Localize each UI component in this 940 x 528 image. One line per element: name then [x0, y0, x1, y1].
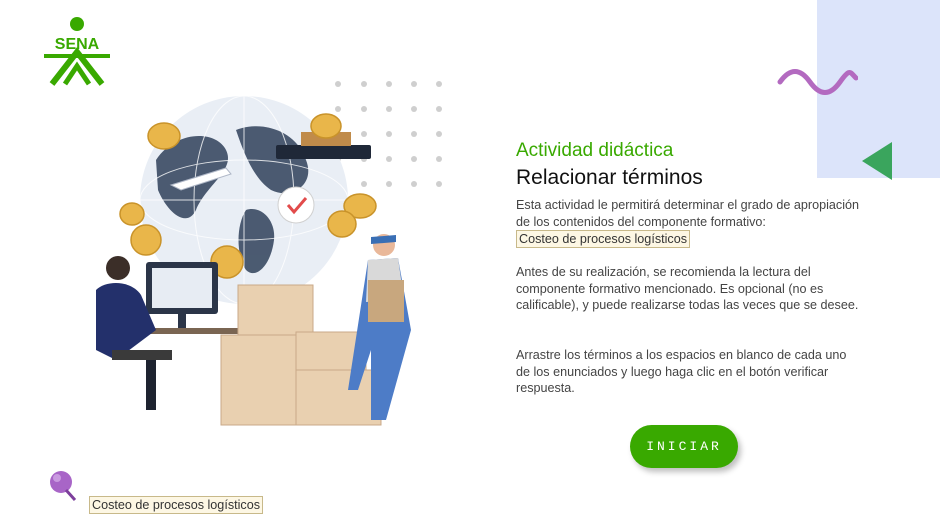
triangle-decoration	[862, 142, 892, 180]
start-button[interactable]: INICIAR	[630, 425, 738, 468]
footer-course-tag: Costeo de procesos logísticos	[89, 496, 264, 514]
logistics-illustration	[96, 95, 411, 426]
pin-icon	[50, 471, 77, 502]
course-tag: Costeo de procesos logísticos	[516, 230, 691, 248]
intro-text: Esta actividad le permitirá determinar e…	[516, 198, 860, 229]
sena-logo: SENA	[40, 16, 114, 88]
activity-subtitle: Actividad didáctica	[516, 140, 674, 161]
recommendation-paragraph: Antes de su realización, se recomienda l…	[516, 265, 859, 312]
intro-paragraph: Esta actividad le permitirá determinar e…	[516, 197, 861, 248]
activity-title: Relacionar términos	[516, 166, 703, 189]
wave-decoration	[777, 69, 858, 95]
instructions-paragraph: Arrastre los términos a los espacios en …	[516, 348, 847, 395]
